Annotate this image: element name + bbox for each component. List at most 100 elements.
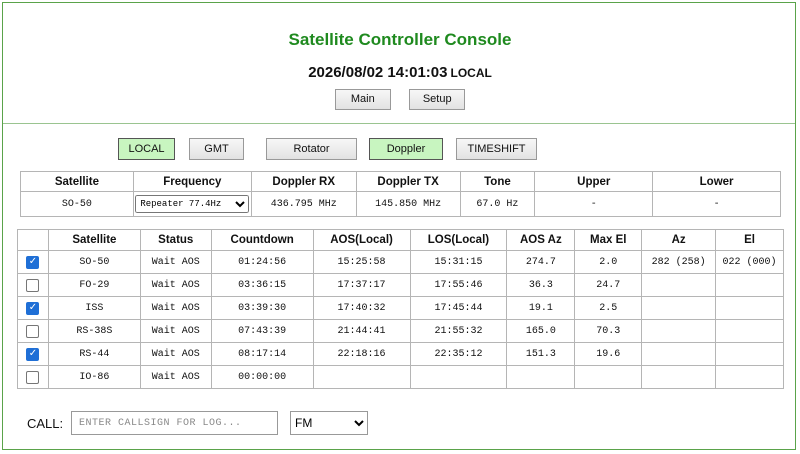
cell-max-el: 19.6	[574, 342, 643, 366]
cell-aos-az: 151.3	[506, 342, 576, 366]
satellite-checkbox[interactable]	[26, 278, 40, 292]
cell-status: Wait AOS	[139, 273, 212, 297]
doppler-button[interactable]: Doppler	[369, 138, 443, 160]
timezone-label: LOCAL	[450, 66, 492, 80]
cell-max-el	[574, 365, 643, 389]
main-button[interactable]: Main	[334, 89, 391, 110]
col-header: Status	[139, 229, 212, 251]
cell-satellite: ISS	[47, 296, 141, 320]
col-header: Satellite	[20, 171, 134, 192]
cell-aos-az: 19.1	[506, 296, 576, 320]
cell-az	[641, 365, 717, 389]
col-header: Lower	[652, 171, 781, 192]
call-label: CALL:	[27, 416, 64, 431]
cell-el	[715, 273, 784, 297]
table-row: RS-38S Wait AOS 07:43:39 21:44:41 21:55:32 16…	[17, 319, 784, 343]
cell-satellite: RS-38S	[47, 319, 141, 343]
cell-countdown: 00:00:00	[210, 365, 314, 389]
col-header: Countdown	[210, 229, 314, 251]
frequency-cell: Repeater 77.4Hz	[132, 191, 252, 217]
clock-display: 2026/08/02 14:01:03 LOCAL	[0, 64, 800, 81]
cell-countdown: 03:36:15	[210, 273, 314, 297]
cell-los: 17:45:44	[409, 296, 508, 320]
cell-az	[641, 273, 717, 297]
callsign-input[interactable]	[71, 411, 278, 435]
cell-aos: 17:40:32	[312, 296, 411, 320]
nav-bar: Main Setup	[0, 89, 800, 110]
cell-status: Wait AOS	[139, 296, 212, 320]
cell-el: 022 (000)	[715, 250, 784, 274]
local-time-button[interactable]: LOCAL	[118, 138, 175, 160]
col-header: Frequency	[132, 171, 252, 192]
cell-aos-az: 274.7	[506, 250, 576, 274]
checkmark-icon: ✓	[28, 256, 38, 267]
satellite-checkbox[interactable]: ✓	[26, 347, 40, 361]
cell-az: 282 (258)	[641, 250, 717, 274]
cell-los	[409, 365, 508, 389]
doppler-data-row: SO-50 Repeater 77.4Hz 436.795 MHz 145.85…	[20, 191, 781, 217]
satellite-checkbox[interactable]	[26, 324, 40, 338]
datetime-value: 2026/08/02 14:01:03	[308, 64, 448, 81]
cell-max-el: 2.5	[574, 296, 643, 320]
tone-value: 67.0 Hz	[459, 191, 536, 217]
checkmark-icon: ✓	[28, 302, 38, 313]
cell-status: Wait AOS	[139, 365, 212, 389]
checkbox-cell: ✓	[17, 296, 49, 320]
cell-aos-az: 165.0	[506, 319, 576, 343]
cell-az	[641, 342, 717, 366]
table-row: ✓ RS-44 Wait AOS 08:17:14 22:18:16 22:35:12 15…	[17, 342, 784, 366]
pass-header-row: Satellite Status Countdown AOS(Local) LO…	[17, 229, 784, 251]
doppler-rx: 436.795 MHz	[250, 191, 357, 217]
satellite-checkbox[interactable]	[26, 370, 40, 384]
checkbox-cell: ✓	[17, 342, 49, 366]
cell-max-el: 2.0	[574, 250, 643, 274]
cell-countdown: 07:43:39	[210, 319, 314, 343]
col-header: Doppler TX	[355, 171, 461, 192]
frequency-select[interactable]: Repeater 77.4Hz	[135, 195, 250, 213]
cell-el	[715, 319, 784, 343]
cell-el	[715, 342, 784, 366]
col-header: Tone	[459, 171, 536, 192]
col-header: Max El	[574, 229, 643, 251]
table-row: ✓ SO-50 Wait AOS 01:24:56 15:25:58 15:31:15 27…	[17, 250, 784, 274]
doppler-table: Satellite Frequency Doppler RX Doppler T…	[20, 171, 781, 217]
cell-satellite: IO-86	[47, 365, 141, 389]
checkbox-cell	[17, 365, 49, 389]
cell-satellite: RS-44	[47, 342, 141, 366]
col-header: Satellite	[47, 229, 141, 251]
pass-table: Satellite Status Countdown AOS(Local) LO…	[17, 229, 784, 389]
setup-button[interactable]: Setup	[409, 89, 466, 110]
cell-los: 22:35:12	[409, 342, 508, 366]
cell-max-el: 70.3	[574, 319, 643, 343]
cell-los: 21:55:32	[409, 319, 508, 343]
checkbox-cell	[17, 273, 49, 297]
doppler-satellite: SO-50	[20, 191, 134, 217]
cell-aos	[312, 365, 411, 389]
col-header: Doppler RX	[250, 171, 357, 192]
radio-mode-select[interactable]: FM	[290, 411, 368, 435]
cell-satellite: FO-29	[47, 273, 141, 297]
col-header: AOS(Local)	[312, 229, 411, 251]
cell-aos: 21:44:41	[312, 319, 411, 343]
satellite-checkbox[interactable]: ✓	[26, 301, 40, 315]
col-header: El	[715, 229, 784, 251]
cell-max-el: 24.7	[574, 273, 643, 297]
cell-aos-az	[506, 365, 576, 389]
col-header: LOS(Local)	[409, 229, 508, 251]
cell-el	[715, 296, 784, 320]
checkmark-icon: ✓	[28, 348, 38, 359]
cell-status: Wait AOS	[139, 342, 212, 366]
cell-aos: 15:25:58	[312, 250, 411, 274]
timeshift-button[interactable]: TIMESHIFT	[456, 138, 537, 160]
gmt-time-button[interactable]: GMT	[189, 138, 244, 160]
cell-aos: 17:37:17	[312, 273, 411, 297]
checkbox-cell	[17, 319, 49, 343]
cell-status: Wait AOS	[139, 319, 212, 343]
satellite-checkbox[interactable]: ✓	[26, 255, 40, 269]
cell-az	[641, 319, 717, 343]
cell-az	[641, 296, 717, 320]
cell-aos: 22:18:16	[312, 342, 411, 366]
doppler-header-row: Satellite Frequency Doppler RX Doppler T…	[20, 171, 781, 192]
doppler-tx: 145.850 MHz	[355, 191, 461, 217]
rotator-button[interactable]: Rotator	[266, 138, 357, 160]
